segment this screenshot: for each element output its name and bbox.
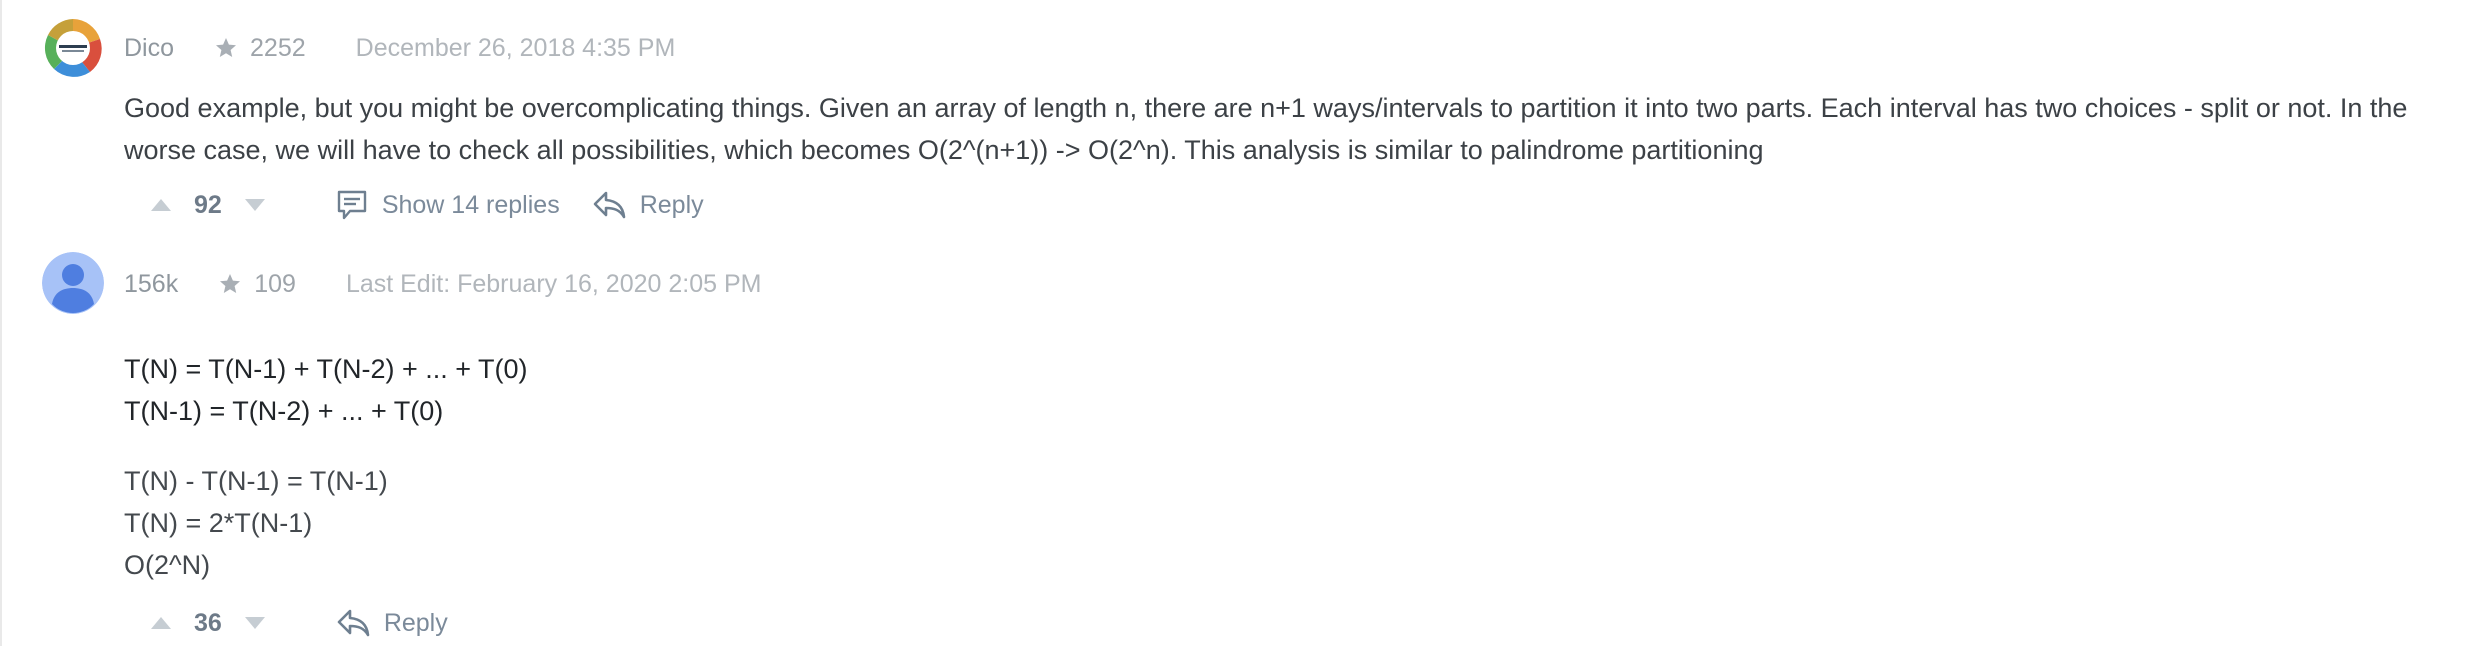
star-icon — [220, 274, 241, 293]
comment-meta: 156k 109 Last Edit: February 16, 2020 2:… — [124, 269, 761, 299]
caret-up-icon[interactable] — [150, 198, 172, 212]
reply-button[interactable]: Reply — [336, 608, 448, 638]
show-replies-button[interactable]: Show 14 replies — [336, 189, 560, 221]
reputation-count: 109 — [254, 269, 296, 298]
logo-badge-icon — [42, 17, 104, 79]
vote-count: 36 — [194, 608, 222, 637]
reply-arrow-icon — [337, 609, 370, 637]
caret-up-icon[interactable] — [150, 616, 172, 630]
username-link[interactable]: 156k — [124, 270, 178, 299]
show-replies-label: Show 14 replies — [381, 190, 560, 219]
reputation: 109 — [218, 270, 296, 299]
avatar[interactable] — [42, 252, 104, 314]
comment-body: Good example, but you might be overcompl… — [124, 93, 2408, 165]
text-line: T(N) - T(N-1) = T(N-1) — [124, 466, 388, 496]
comment-date: Last Edit: February 16, 2020 2:05 PM — [345, 269, 762, 298]
reputation-count: 2252 — [250, 33, 306, 62]
reply-label: Reply — [639, 190, 704, 219]
avatar[interactable] — [42, 17, 104, 79]
text-line: T(N) = 2*T(N-1) — [124, 508, 313, 538]
vote-count: 92 — [194, 190, 222, 219]
comment-meta: Dico 2252 December 26, 2018 4:35 PM — [124, 33, 675, 63]
reply-arrow-icon — [593, 191, 626, 219]
reputation: 2252 — [214, 34, 306, 63]
caret-down-icon[interactable] — [244, 616, 266, 630]
comment-actions: 92 Show 14 replies Reply — [150, 188, 704, 222]
star-icon — [216, 38, 237, 57]
reply-label: Reply — [383, 608, 448, 637]
default-user-avatar-icon — [42, 252, 104, 314]
caret-down-icon[interactable] — [244, 198, 266, 212]
text-line: O(2^N) — [124, 550, 211, 580]
comment-date: December 26, 2018 4:35 PM — [355, 33, 676, 62]
comment-icon — [337, 190, 367, 220]
username-link[interactable]: Dico — [124, 34, 174, 63]
comment-actions: 36 Reply — [150, 606, 448, 640]
comment-list: Dico 2252 December 26, 2018 4:35 PM Good… — [0, 0, 2486, 646]
formula-line: T(N) = T(N-1) + T(N-2) + ... + T(0) — [124, 354, 528, 384]
reply-button[interactable]: Reply — [592, 190, 704, 220]
formula-line: T(N-1) = T(N-2) + ... + T(0) — [124, 396, 444, 426]
